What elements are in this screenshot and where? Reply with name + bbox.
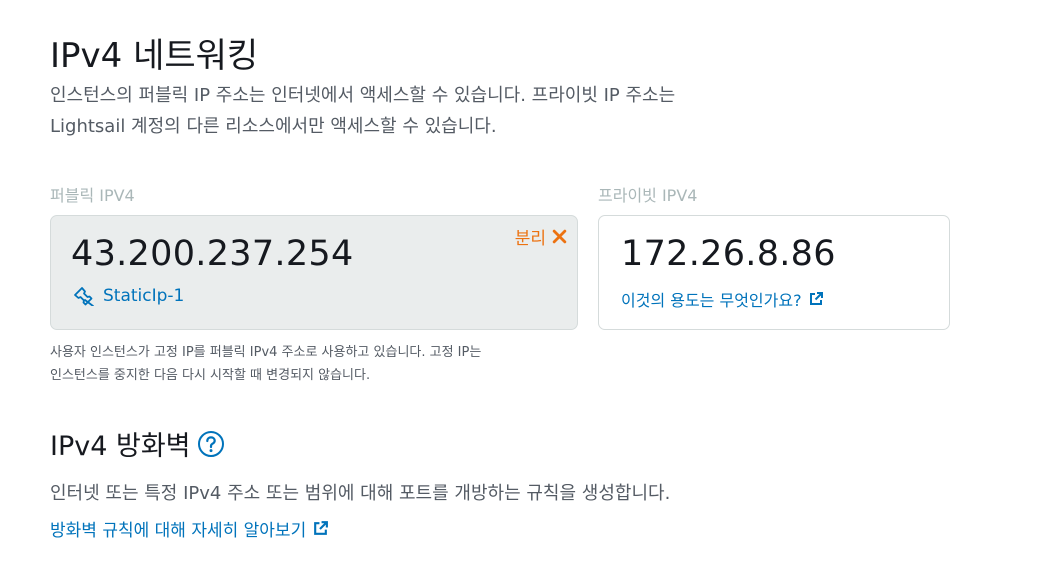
static-ip-note-line1: 사용자 인스턴스가 고정 IP를 퍼블릭 IPv4 주소로 사용하고 있습니다.…	[50, 345, 482, 360]
networking-description: 인스턴스의 퍼블릭 IP 주소는 인터넷에서 액세스할 수 있습니다. 프라이빗…	[50, 80, 675, 142]
networking-title: IPv4 네트워킹	[50, 36, 259, 76]
firewall-title-text: IPv4 방화벽	[50, 431, 191, 462]
firewall-title: IPv4 방화벽	[50, 424, 225, 463]
pin-icon	[74, 287, 94, 306]
public-ipv4-card: 분리 43.200.237.254 StaticIp-1	[50, 215, 578, 330]
static-ip-note-line2: 인스턴스를 중지한 다음 다시 시작할 때 변경되지 않습니다.	[50, 368, 371, 383]
public-ipv4-label: 퍼블릭 IPV4	[50, 186, 135, 205]
static-ip-link[interactable]: StaticIp-1	[73, 286, 184, 306]
private-ip-value: 172.26.8.86	[621, 234, 836, 274]
private-ipv4-label: 프라이빗 IPV4	[598, 186, 698, 205]
firewall-learn-more-link[interactable]: 방화벽 규칙에 대해 자세히 알아보기	[50, 516, 329, 541]
detach-label: 분리	[514, 229, 546, 249]
networking-description-line2: Lightsail 계정의 다른 리소스에서만 액세스할 수 있습니다.	[50, 116, 497, 137]
what-is-this-label: 이것의 용도는 무엇인가요?	[621, 291, 802, 310]
what-is-this-link[interactable]: 이것의 용도는 무엇인가요?	[621, 287, 824, 311]
static-ip-name: StaticIp-1	[103, 286, 185, 306]
networking-description-line1: 인스턴스의 퍼블릭 IP 주소는 인터넷에서 액세스할 수 있습니다. 프라이빗…	[50, 85, 676, 106]
close-icon	[552, 229, 567, 244]
private-ipv4-card: 172.26.8.86 이것의 용도는 무엇인가요?	[598, 215, 950, 330]
help-circle-icon[interactable]	[197, 430, 225, 458]
static-ip-note: 사용자 인스턴스가 고정 IP를 퍼블릭 IPv4 주소로 사용하고 있습니다.…	[50, 341, 481, 387]
firewall-learn-more-label: 방화벽 규칙에 대해 자세히 알아보기	[50, 521, 307, 541]
detach-button[interactable]: 분리	[515, 224, 567, 249]
firewall-description: 인터넷 또는 특정 IPv4 주소 또는 범위에 대해 포트를 개방하는 규칙을…	[50, 483, 671, 504]
public-ip-value: 43.200.237.254	[71, 234, 354, 274]
external-link-icon	[314, 521, 329, 535]
external-link-icon	[809, 292, 823, 305]
